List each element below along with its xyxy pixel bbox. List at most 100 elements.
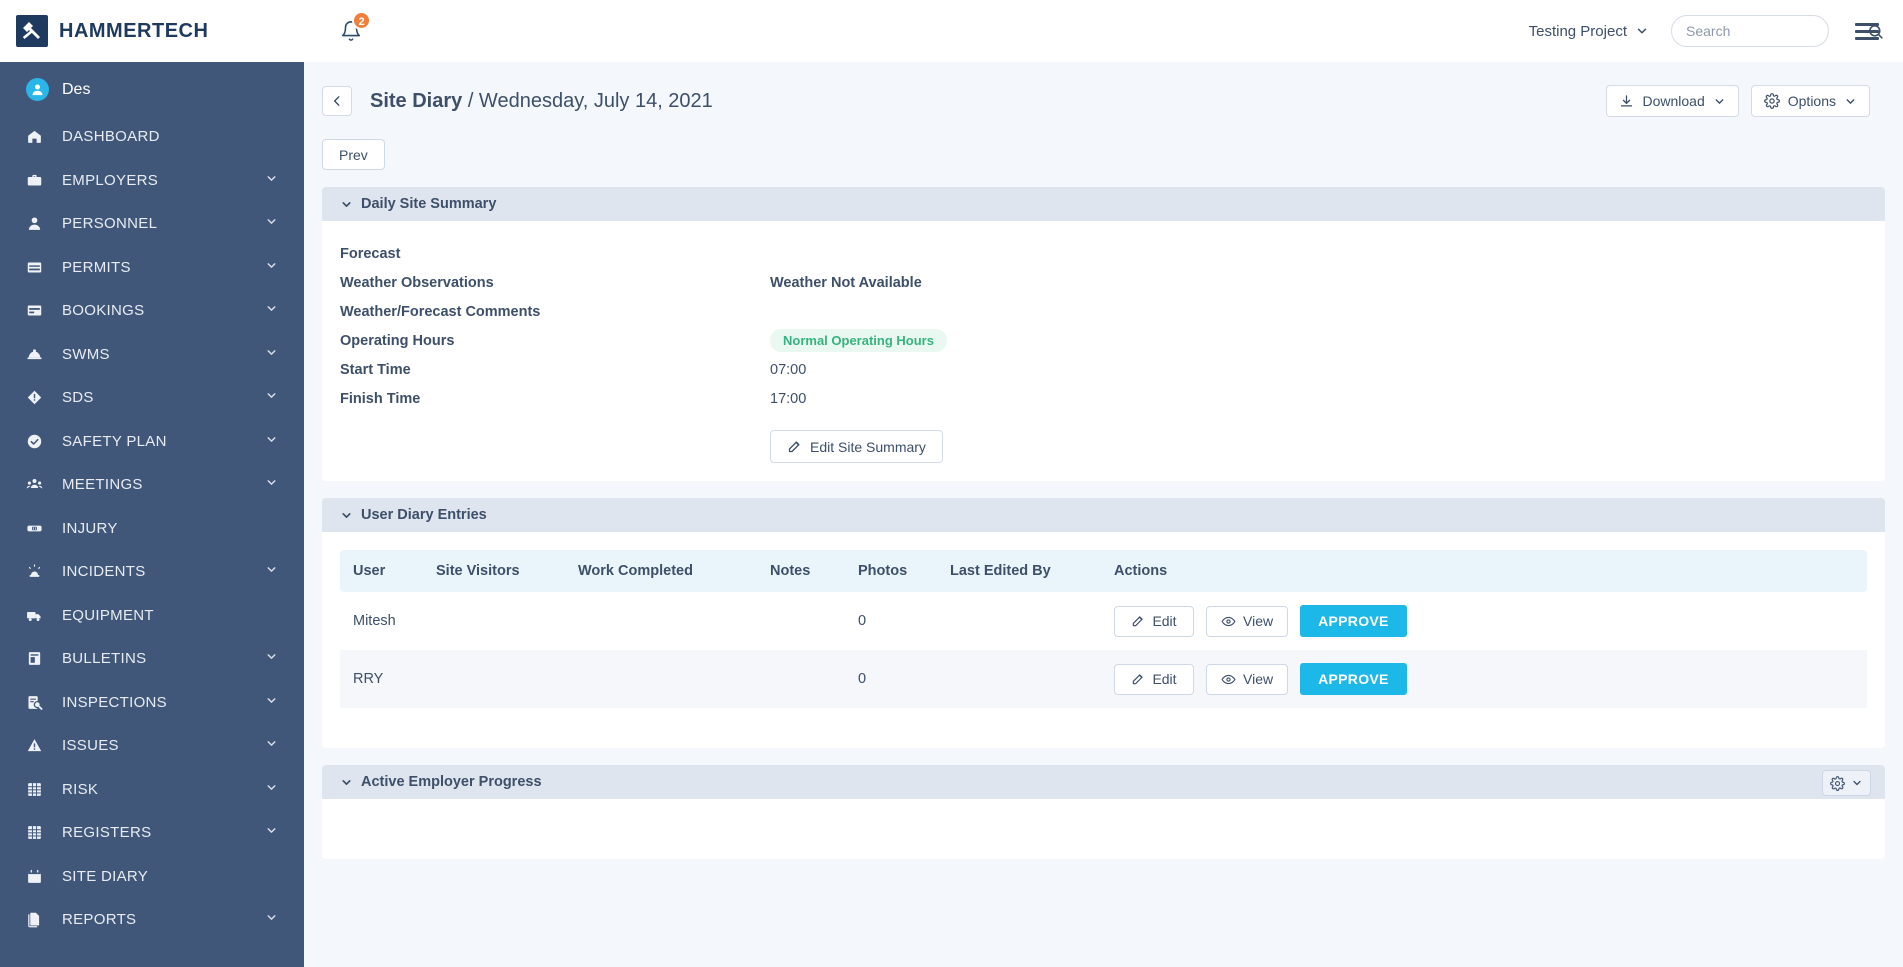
- chevron-down-icon[interactable]: [265, 650, 278, 667]
- table-row: Mitesh 0 Edit View APPROVE: [340, 592, 1867, 650]
- hamburger-menu-icon[interactable]: [1851, 19, 1883, 44]
- view-button[interactable]: View: [1206, 605, 1289, 637]
- summary-value: 07:00: [770, 361, 807, 378]
- sidebar-item-equipment[interactable]: EQUIPMENT: [0, 594, 304, 638]
- notification-badge: 2: [352, 11, 371, 30]
- chevron-down-icon[interactable]: [265, 694, 278, 711]
- chevron-down-icon[interactable]: [265, 824, 278, 841]
- chevron-down-icon[interactable]: [265, 302, 278, 319]
- sidebar-item-safety-plan[interactable]: SAFETY PLAN: [0, 420, 304, 464]
- table-header-row: User Site Visitors Work Completed Notes …: [340, 550, 1867, 592]
- sidebar-user-name: Des: [62, 80, 91, 98]
- sidebar-item-injury[interactable]: INJURY: [0, 507, 304, 551]
- view-button[interactable]: View: [1206, 663, 1289, 695]
- cell-site-visitors: [436, 592, 578, 650]
- sidebar-item-label: BULLETINS: [62, 650, 147, 668]
- column-work-completed: Work Completed: [578, 550, 770, 592]
- summary-label: Start Time: [340, 361, 411, 378]
- hamburger-bar: [1855, 36, 1879, 40]
- chevron-down-icon[interactable]: [265, 259, 278, 276]
- approve-button[interactable]: APPROVE: [1300, 663, 1407, 695]
- sidebar-item-dashboard[interactable]: DASHBOARD: [0, 115, 304, 159]
- brand-logo[interactable]: HAMMERTECH: [0, 15, 304, 47]
- download-icon: [1619, 94, 1634, 109]
- chevron-down-icon[interactable]: [340, 776, 353, 789]
- cell-photos: 0: [858, 671, 867, 687]
- sidebar-item-label: INJURY: [62, 519, 118, 537]
- summary-value: Weather Not Available: [770, 274, 922, 291]
- sidebar-item-reports[interactable]: REPORTS: [0, 898, 304, 942]
- sidebar-item-label: BOOKINGS: [62, 302, 145, 320]
- diamond-warning-icon: [26, 388, 50, 408]
- summary-label: Weather/Forecast Comments: [340, 303, 541, 320]
- sidebar-item-registers[interactable]: REGISTERS: [0, 811, 304, 855]
- column-notes: Notes: [770, 550, 858, 592]
- user-avatar-icon: [26, 78, 49, 101]
- back-button[interactable]: [322, 86, 352, 116]
- project-selector[interactable]: Testing Project: [1529, 23, 1649, 40]
- chevron-down-icon[interactable]: [265, 737, 278, 754]
- summary-row-operating-hours: Operating Hours Normal Operating Hours: [322, 326, 1885, 355]
- notifications-button[interactable]: 2: [334, 11, 371, 48]
- sidebar-item-swms[interactable]: SWMS: [0, 333, 304, 377]
- summary-value: 17:00: [770, 390, 807, 407]
- sidebar-item-risk[interactable]: RISK: [0, 768, 304, 812]
- bulletin-board-icon: [26, 649, 50, 669]
- progress-settings-button[interactable]: [1822, 770, 1871, 796]
- summary-row-forecast: Forecast: [322, 239, 1885, 268]
- sidebar-item-label: SWMS: [62, 345, 110, 363]
- sidebar-item-incidents[interactable]: INCIDENTS: [0, 550, 304, 594]
- cell-user: RRY: [353, 671, 384, 687]
- chevron-down-icon[interactable]: [265, 172, 278, 189]
- chevron-down-icon[interactable]: [265, 911, 278, 928]
- chevron-down-icon[interactable]: [265, 389, 278, 406]
- search-box[interactable]: [1671, 15, 1883, 47]
- chevron-down-icon: [1635, 24, 1649, 38]
- download-button[interactable]: Download: [1606, 85, 1739, 117]
- main-content: Site Diary / Wednesday, July 14, 2021 Do…: [304, 62, 1903, 967]
- card-icon: [26, 257, 50, 277]
- sidebar-item-personnel[interactable]: PERSONNEL: [0, 202, 304, 246]
- search-input[interactable]: [1686, 23, 1867, 39]
- chevron-down-icon[interactable]: [340, 509, 353, 522]
- sidebar-nav: DASHBOARD EMPLOYERS PERSONNEL PERMITS BOOKIN…: [0, 115, 304, 942]
- summary-label: Weather Observations: [340, 274, 494, 291]
- summary-label: Forecast: [340, 245, 401, 262]
- table-footer-spacer: [322, 708, 1885, 748]
- approve-button[interactable]: APPROVE: [1300, 605, 1407, 637]
- page-header: Site Diary / Wednesday, July 14, 2021 Do…: [304, 62, 1903, 117]
- sidebar-item-inspections[interactable]: INSPECTIONS: [0, 681, 304, 725]
- chevron-down-icon[interactable]: [265, 433, 278, 450]
- user-diary-entries-header[interactable]: User Diary Entries: [322, 498, 1885, 532]
- prev-button[interactable]: Prev: [322, 139, 385, 170]
- chevron-down-icon[interactable]: [265, 563, 278, 580]
- user-diary-entries-card: User Diary Entries User Site Visitors Wo…: [322, 498, 1885, 748]
- chevron-down-icon[interactable]: [265, 215, 278, 232]
- sidebar-item-label: INCIDENTS: [62, 563, 146, 581]
- options-button[interactable]: Options: [1750, 85, 1870, 117]
- sidebar-item-meetings[interactable]: MEETINGS: [0, 463, 304, 507]
- sidebar-item-employers[interactable]: EMPLOYERS: [0, 159, 304, 203]
- chevron-down-icon[interactable]: [265, 346, 278, 363]
- credit-card-icon: [26, 301, 50, 321]
- chevron-down-icon[interactable]: [340, 198, 353, 211]
- edit-button[interactable]: Edit: [1114, 605, 1194, 637]
- sidebar-item-bulletins[interactable]: BULLETINS: [0, 637, 304, 681]
- sidebar-user[interactable]: Des: [0, 62, 304, 115]
- edit-button[interactable]: Edit: [1114, 663, 1194, 695]
- sidebar-item-issues[interactable]: ISSUES: [0, 724, 304, 768]
- download-label: Download: [1642, 93, 1705, 109]
- column-site-visitors: Site Visitors: [436, 550, 578, 592]
- sidebar-item-label: SITE DIARY: [62, 867, 149, 885]
- sidebar-item-bookings[interactable]: BOOKINGS: [0, 289, 304, 333]
- chevron-down-icon[interactable]: [265, 781, 278, 798]
- sidebar-item-site-diary[interactable]: SITE DIARY: [0, 855, 304, 899]
- active-employer-progress-header[interactable]: Active Employer Progress: [322, 765, 1885, 799]
- sidebar-item-sds[interactable]: SDS: [0, 376, 304, 420]
- chevron-down-icon[interactable]: [265, 476, 278, 493]
- truck-icon: [26, 605, 50, 625]
- daily-site-summary-header[interactable]: Daily Site Summary: [322, 187, 1885, 221]
- sidebar-item-permits[interactable]: PERMITS: [0, 246, 304, 290]
- check-circle-icon: [26, 431, 50, 451]
- edit-site-summary-button[interactable]: Edit Site Summary: [770, 430, 943, 463]
